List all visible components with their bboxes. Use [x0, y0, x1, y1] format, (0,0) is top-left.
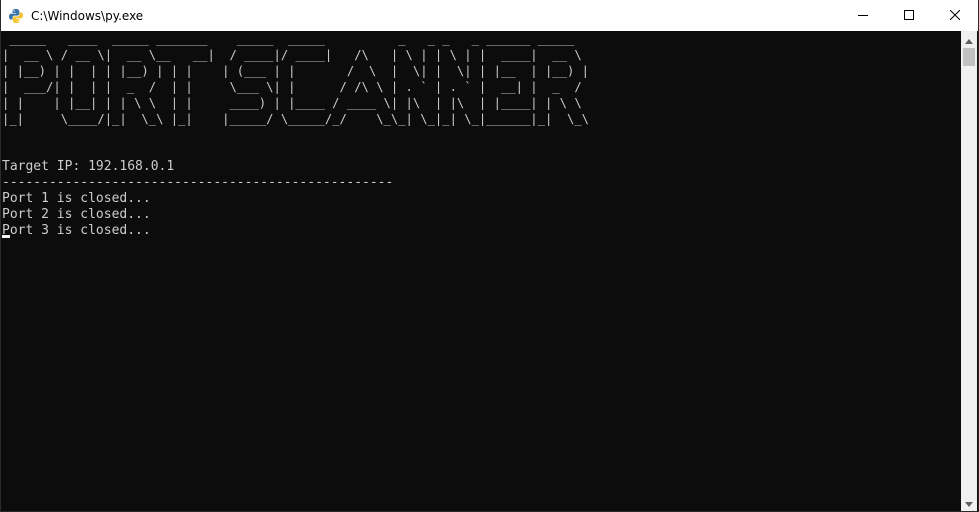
console-line: Port 2 is closed...: [2, 207, 151, 222]
window-title: C:\Windows\py.exe: [31, 8, 144, 23]
scrollbar-thumb[interactable]: [963, 48, 975, 66]
maximize-button[interactable]: [886, 0, 932, 31]
title-bar[interactable]: C:\Windows\py.exe: [1, 0, 978, 31]
minimize-icon: [858, 7, 868, 25]
target-ip-line: Target IP: 192.168.0.1: [2, 159, 175, 174]
ascii-banner: _____ ____ _____ _______ _____ _____ _ _…: [2, 32, 589, 126]
console-line: Port 3 is closed...: [2, 223, 151, 238]
window-controls: [840, 0, 978, 31]
scroll-down-button[interactable]: [961, 494, 977, 511]
text-cursor: [2, 235, 10, 238]
console-window: C:\Windows\py.exe _____ ____ _____ _____…: [0, 0, 979, 512]
close-icon: [949, 7, 961, 25]
python-icon: [8, 8, 24, 24]
chevron-down-icon: [965, 494, 973, 512]
maximize-icon: [904, 7, 914, 25]
chevron-up-icon: [965, 31, 973, 49]
separator-line: ----------------------------------------…: [2, 175, 394, 190]
scroll-up-button[interactable]: [961, 31, 977, 48]
console-line: Port 1 is closed...: [2, 191, 151, 206]
vertical-scrollbar[interactable]: [961, 31, 977, 511]
console-output[interactable]: _____ ____ _____ _______ _____ _____ _ _…: [1, 31, 963, 511]
minimize-button[interactable]: [840, 0, 886, 31]
close-button[interactable]: [932, 0, 978, 31]
